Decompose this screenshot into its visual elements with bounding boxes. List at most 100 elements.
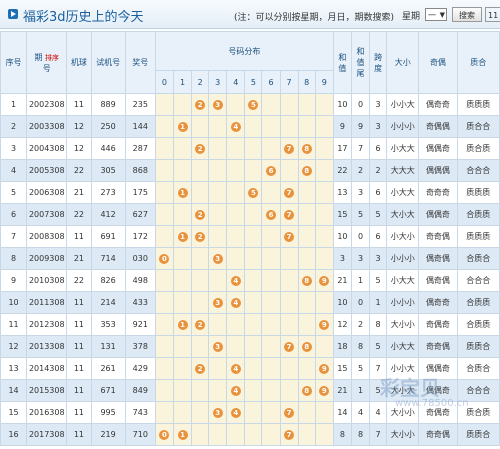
digit-ball: 2 [195,231,206,242]
sum-cell: 18 [332,335,352,358]
size-cell: 大小大 [386,379,420,402]
distribution-cell: 2 [191,203,210,226]
weekday-select[interactable]: 一 [425,8,447,22]
distribution-cell [279,269,299,292]
distribution-cell [297,401,316,424]
distribution-cell [244,379,263,402]
distribution-cell: 2 [191,137,210,160]
seq-cell: 12 [0,335,28,358]
sum-tail-cell: 8 [350,423,371,446]
sum-cell: 21 [332,379,352,402]
digit-ball: 6 [266,165,276,176]
col-seq: 序号 [0,31,28,94]
col-test: 试机号 [90,31,126,94]
digit-ball: 0 [159,253,170,264]
distribution-cell: 8 [297,137,316,160]
prize-number-cell: 743 [124,401,156,424]
digit-ball: 2 [195,209,206,220]
distribution-cell: 2 [191,225,210,248]
distribution-cell [314,423,334,446]
digit-ball: 7 [284,341,295,352]
test-number-cell: 250 [90,115,126,138]
test-number-cell: 671 [90,379,126,402]
distribution-cell [279,115,299,138]
distribution-cell [191,181,210,204]
seq-cell: 10 [0,291,28,314]
parity-cell: 偶偶奇 [418,137,458,160]
digit-ball: 1 [177,231,188,242]
distribution-cell [208,423,228,446]
table-row: 7 2008308 11 691 172 1 2 7 10 0 6 小大小 奇奇偶 质质质 [0,225,500,248]
issue-cell: 2003308 [26,115,68,138]
parity-cell: 偶偶奇 [418,379,458,402]
test-number-cell: 219 [90,423,126,446]
distribution-cell: 9 [314,313,334,336]
issue-cell: 2015308 [26,379,68,402]
digit-ball: 9 [319,385,330,396]
parity-cell: 偶奇奇 [418,93,458,116]
sum-cell: 12 [332,313,352,336]
machine-cell: 11 [66,93,92,116]
search-button[interactable]: 搜索 [452,7,482,22]
issue-cell: 2002308 [26,93,68,116]
size-cell: 大小小 [386,313,420,336]
distribution-cell: 5 [244,181,263,204]
digit-header-1: 1 [172,70,193,94]
distribution-cell [314,247,334,270]
distribution-cell [314,401,334,424]
span-cell: 3 [369,115,388,138]
parity-cell: 奇奇奇 [418,181,458,204]
sum-tail-cell: 0 [350,93,371,116]
distribution-cell [297,115,316,138]
sum-cell: 14 [332,401,352,424]
distribution-cell [279,313,299,336]
size-cell: 小大大 [386,181,420,204]
col-prime: 质合 [456,31,500,94]
distribution-cell [154,115,174,138]
size-cell: 大大大 [386,159,420,182]
prize-number-cell: 378 [124,335,156,358]
span-cell: 5 [369,269,388,292]
sort-hint[interactable]: 排序 [45,54,59,62]
distribution-cell: 1 [172,115,193,138]
sum-cell: 17 [332,137,352,160]
distribution-cell: 3 [208,247,228,270]
issue-cell: 2006308 [26,181,68,204]
issue-input[interactable]: 11 [485,7,500,22]
distribution-cell [244,335,263,358]
distribution-cell: 1 [172,423,193,446]
distribution-cell [244,203,263,226]
prize-number-cell: 175 [124,181,156,204]
prime-cell: 质合质 [456,137,500,160]
digit-ball: 8 [301,341,312,352]
distribution-cell [297,291,316,314]
parity-cell: 偶奇奇 [418,291,458,314]
table-row: 5 2006308 21 273 175 1 5 7 13 3 6 小大大 奇奇奇 质质质 [0,181,500,204]
digit-ball: 7 [284,429,295,440]
test-number-cell: 995 [90,401,126,424]
span-cell: 6 [369,181,388,204]
sum-tail-cell: 3 [350,247,371,270]
history-table: 序号 期 排序号 机球 试机号 奖号 号码分布 和值 和值尾 跨度 大小 奇偶 … [0,31,500,446]
prize-number-cell: 429 [124,357,156,380]
distribution-cell [261,93,281,116]
digit-header-8: 8 [297,70,316,94]
test-number-cell: 305 [90,159,126,182]
test-number-cell: 353 [90,313,126,336]
col-issue[interactable]: 期 排序号 [26,31,68,94]
distribution-cell [314,203,334,226]
distribution-cell [154,93,174,116]
parity-cell: 奇偶奇 [418,313,458,336]
distribution-cell [208,203,228,226]
distribution-cell [244,291,263,314]
play-icon [8,9,18,19]
distribution-cell: 8 [297,379,316,402]
prime-cell: 合质质 [456,203,500,226]
distribution-cell: 0 [154,423,174,446]
col-size: 大小 [386,31,420,94]
test-number-cell: 889 [90,93,126,116]
sum-tail-cell: 1 [350,379,371,402]
seq-cell: 3 [0,137,28,160]
seq-cell: 5 [0,181,28,204]
distribution-cell [261,313,281,336]
